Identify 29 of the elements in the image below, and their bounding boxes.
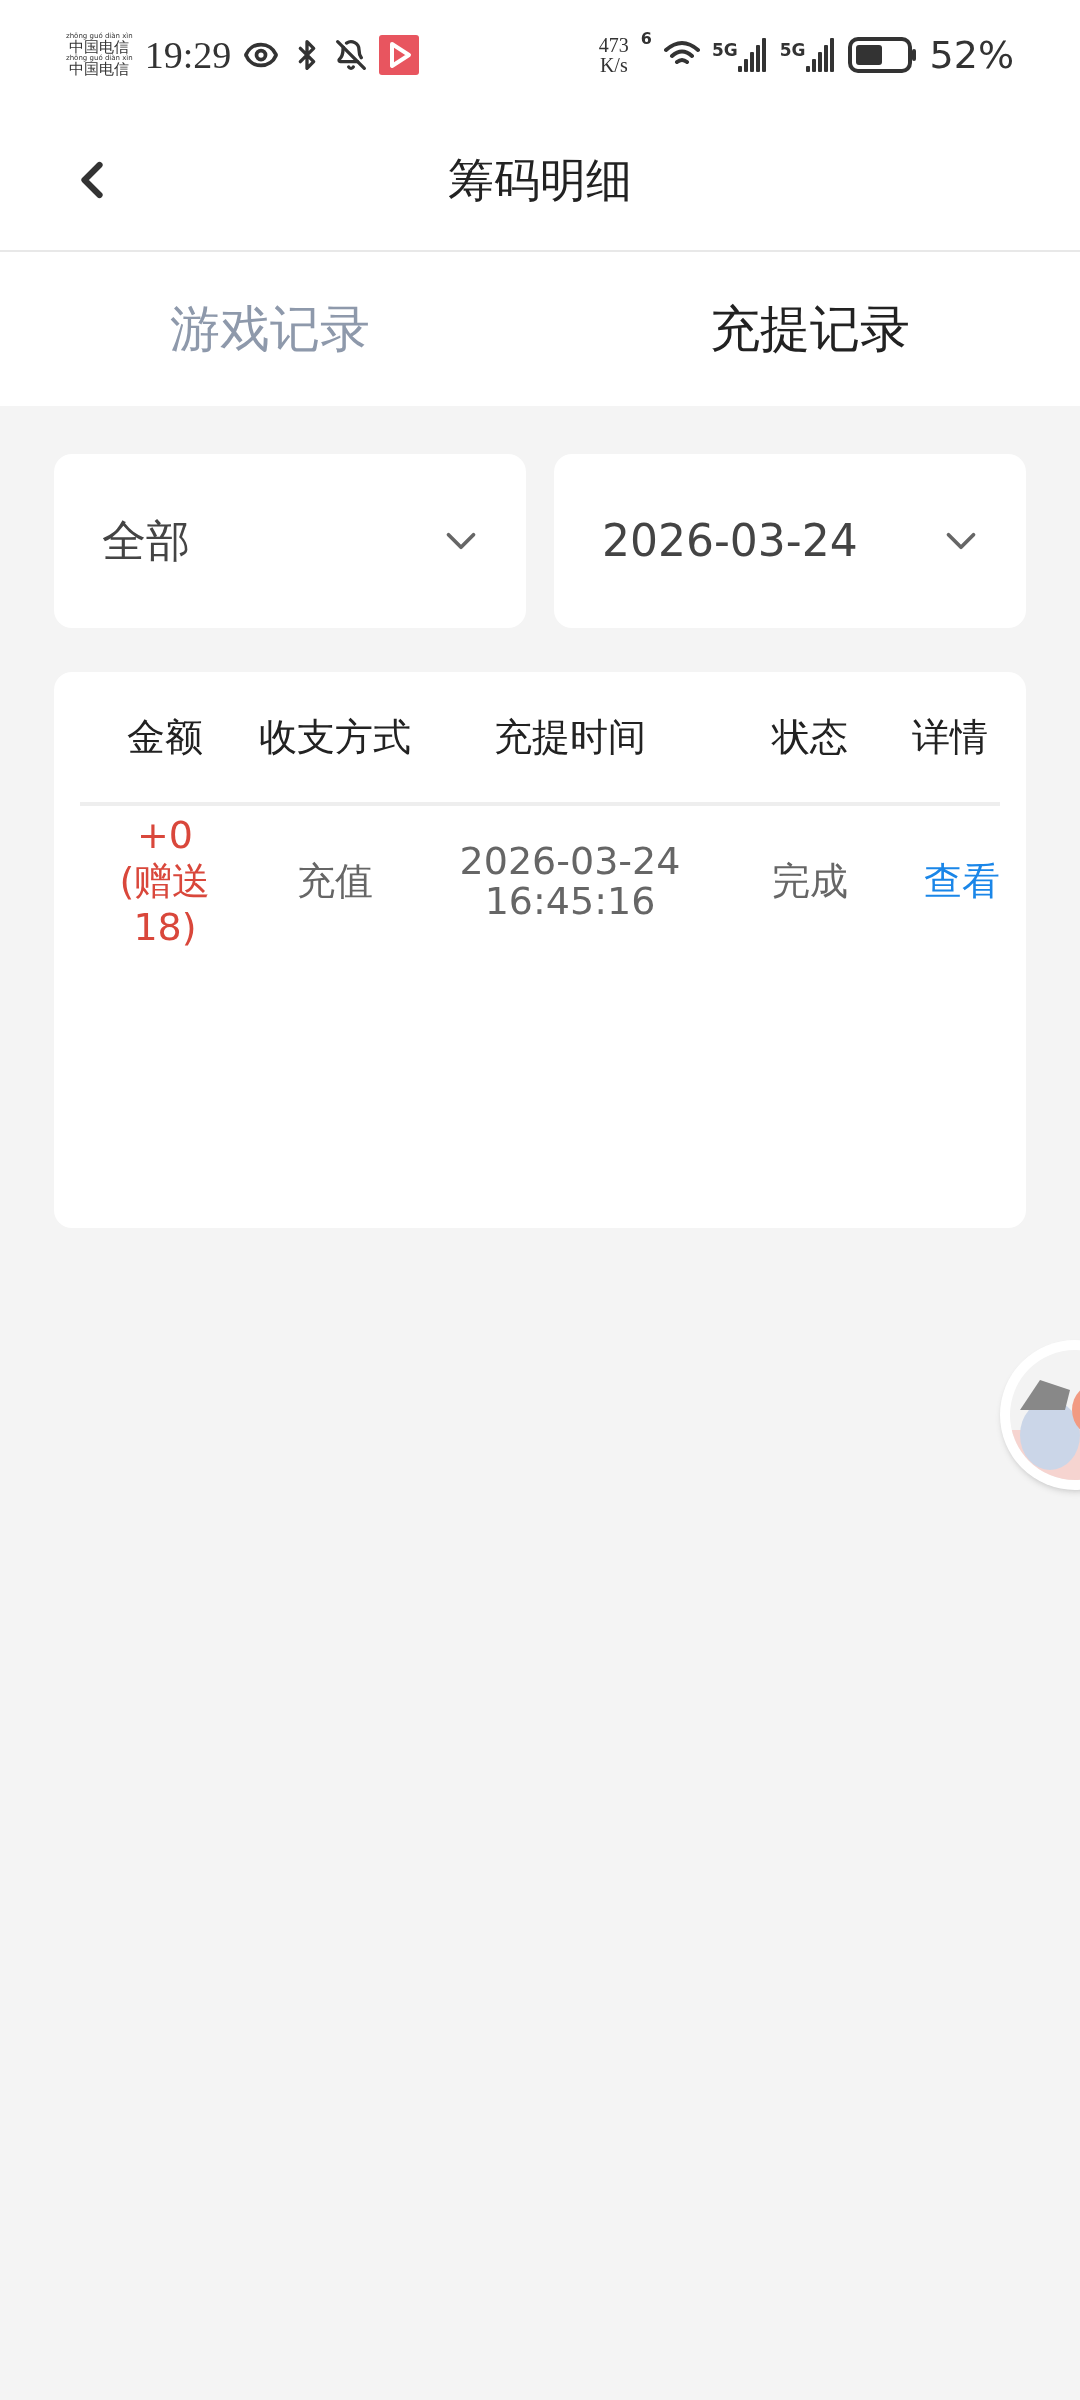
net-speed-unit: K/s (599, 55, 628, 75)
time-cell: 16:45:16 (484, 881, 656, 921)
date-cell: 2026-03-24 (459, 841, 681, 881)
column-header: 收支方式 (258, 713, 412, 761)
filter-dropdown[interactable]: 全部 (54, 454, 526, 628)
carrier-name: 中国电信 (69, 40, 130, 55)
signal-icon (805, 38, 836, 72)
net-speed-value: 473 (598, 35, 629, 55)
method-cell-text: 充值 (296, 857, 374, 905)
column-header: 金额 (126, 713, 204, 761)
bell-off-icon (335, 39, 368, 71)
column-header: 状态 (770, 713, 849, 761)
view-link[interactable]: 查看 (900, 852, 1000, 910)
tab[interactable]: 充提记录 (540, 252, 1080, 406)
play-app-icon (379, 35, 420, 75)
signal-icon (737, 38, 768, 72)
battery-percent: 52% (929, 31, 1014, 79)
wifi-generation-label: 6 (640, 27, 652, 50)
clock: 19:29 (144, 32, 232, 78)
column-header: 充提时间 (493, 713, 647, 761)
network-type-label: 5G (779, 39, 806, 62)
page-title: 筹码明细 (448, 151, 632, 209)
filter-dropdown[interactable]: 2026-03-24 (554, 454, 1026, 628)
network-type-label: 5G (711, 39, 738, 62)
carrier-name: 中国电信 (69, 62, 130, 77)
status-cell-text: 完成 (771, 857, 849, 905)
battery-icon (847, 37, 918, 73)
amount-cell-text: +0 (赠送18) (118, 812, 212, 950)
column-header: 详情 (911, 713, 989, 761)
